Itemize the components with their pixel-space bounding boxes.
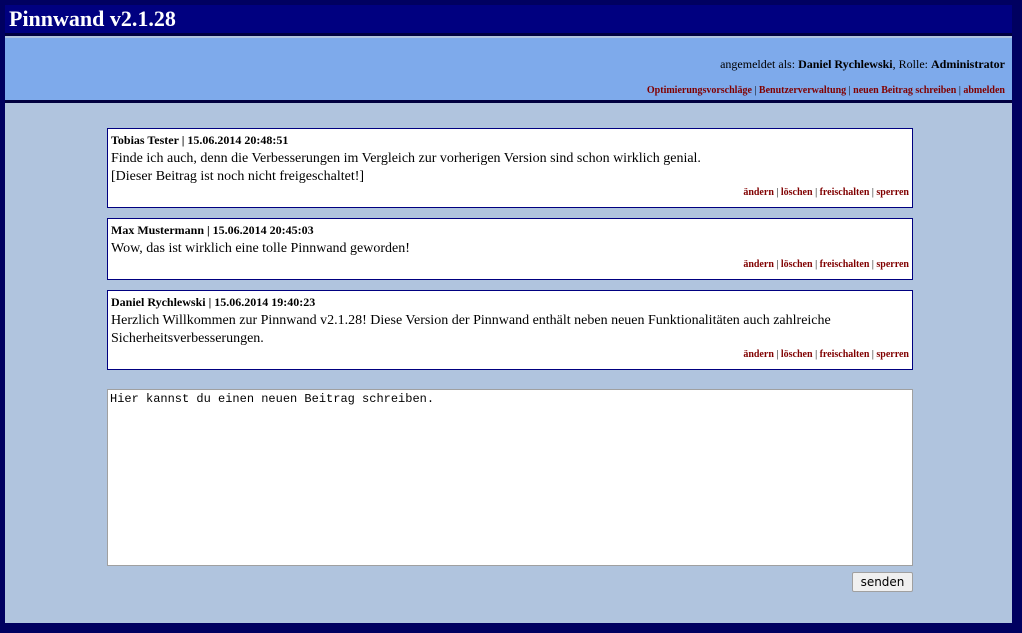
post-header: Tobias Tester | 15.06.2014 20:48:51 bbox=[111, 133, 289, 147]
action-separator: | bbox=[815, 259, 818, 270]
post-actions: ändern | löschen | freischalten | sperre… bbox=[111, 187, 909, 199]
post-body: Herzlich Willkommen zur Pinnwand v2.1.28… bbox=[111, 312, 909, 348]
nav-optimization-suggestions[interactable]: Optimierungsvorschläge bbox=[647, 85, 752, 96]
post-text-line: Herzlich Willkommen zur Pinnwand v2.1.28… bbox=[111, 313, 831, 346]
post-actions: ändern | löschen | freischalten | sperre… bbox=[111, 349, 909, 361]
action-separator: | bbox=[815, 349, 818, 360]
edit-post-link[interactable]: ändern bbox=[743, 187, 774, 198]
app-window: Pinnwand v2.1.28 angemeldet als: Daniel … bbox=[5, 5, 1012, 623]
action-separator: | bbox=[871, 259, 874, 270]
delete-post-link[interactable]: löschen bbox=[781, 259, 813, 270]
edit-post-link[interactable]: ändern bbox=[743, 259, 774, 270]
send-button[interactable]: senden bbox=[852, 572, 913, 592]
logged-in-label: angemeldet als: bbox=[720, 57, 796, 71]
delete-post-link[interactable]: löschen bbox=[781, 349, 813, 360]
approve-post-link[interactable]: freischalten bbox=[820, 187, 870, 198]
post-card: Max Mustermann | 15.06.2014 20:45:03 Wow… bbox=[107, 218, 913, 280]
post-text-line: Wow, das ist wirklich eine tolle Pinnwan… bbox=[111, 241, 410, 256]
approve-post-link[interactable]: freischalten bbox=[820, 349, 870, 360]
action-separator: | bbox=[871, 187, 874, 198]
user-name: Daniel Rychlewski bbox=[798, 57, 893, 71]
user-bar: angemeldet als: Daniel Rychlewski, Rolle… bbox=[5, 38, 1012, 103]
user-role: Administrator bbox=[931, 57, 1005, 71]
nav-separator: | bbox=[754, 85, 757, 96]
nav-user-management[interactable]: Benutzerverwaltung bbox=[759, 85, 846, 96]
block-post-link[interactable]: sperren bbox=[876, 187, 909, 198]
approve-post-link[interactable]: freischalten bbox=[820, 259, 870, 270]
block-post-link[interactable]: sperren bbox=[876, 259, 909, 270]
page-title: Pinnwand v2.1.28 bbox=[9, 6, 176, 31]
title-bar: Pinnwand v2.1.28 bbox=[5, 5, 1012, 36]
top-nav: Optimierungsvorschläge | Benutzerverwalt… bbox=[647, 85, 1005, 96]
post-body: Finde ich auch, denn die Verbesserungen … bbox=[111, 150, 909, 186]
post-body: Wow, das ist wirklich eine tolle Pinnwan… bbox=[111, 240, 909, 258]
action-separator: | bbox=[776, 187, 779, 198]
action-separator: | bbox=[776, 349, 779, 360]
action-separator: | bbox=[776, 259, 779, 270]
nav-logout[interactable]: abmelden bbox=[963, 85, 1005, 96]
delete-post-link[interactable]: löschen bbox=[781, 187, 813, 198]
post-header: Max Mustermann | 15.06.2014 20:45:03 bbox=[111, 223, 314, 237]
post-header: Daniel Rychlewski | 15.06.2014 19:40:23 bbox=[111, 295, 316, 309]
new-post-textarea[interactable]: Hier kannst du einen neuen Beitrag schre… bbox=[107, 389, 913, 566]
nav-new-post[interactable]: neuen Beitrag schreiben bbox=[853, 85, 956, 96]
post-status-notice: [Dieser Beitrag ist noch nicht freigesch… bbox=[111, 169, 365, 184]
post-card: Tobias Tester | 15.06.2014 20:48:51 Find… bbox=[107, 128, 913, 208]
user-info: angemeldet als: Daniel Rychlewski, Rolle… bbox=[720, 57, 1005, 71]
post-card: Daniel Rychlewski | 15.06.2014 19:40:23 … bbox=[107, 290, 913, 370]
role-label: Rolle: bbox=[898, 57, 928, 71]
post-actions: ändern | löschen | freischalten | sperre… bbox=[111, 259, 909, 271]
post-text-line: Finde ich auch, denn die Verbesserungen … bbox=[111, 151, 701, 166]
action-separator: | bbox=[871, 349, 874, 360]
edit-post-link[interactable]: ändern bbox=[743, 349, 774, 360]
block-post-link[interactable]: sperren bbox=[876, 349, 909, 360]
nav-separator: | bbox=[848, 85, 851, 96]
action-separator: | bbox=[815, 187, 818, 198]
nav-separator: | bbox=[958, 85, 961, 96]
